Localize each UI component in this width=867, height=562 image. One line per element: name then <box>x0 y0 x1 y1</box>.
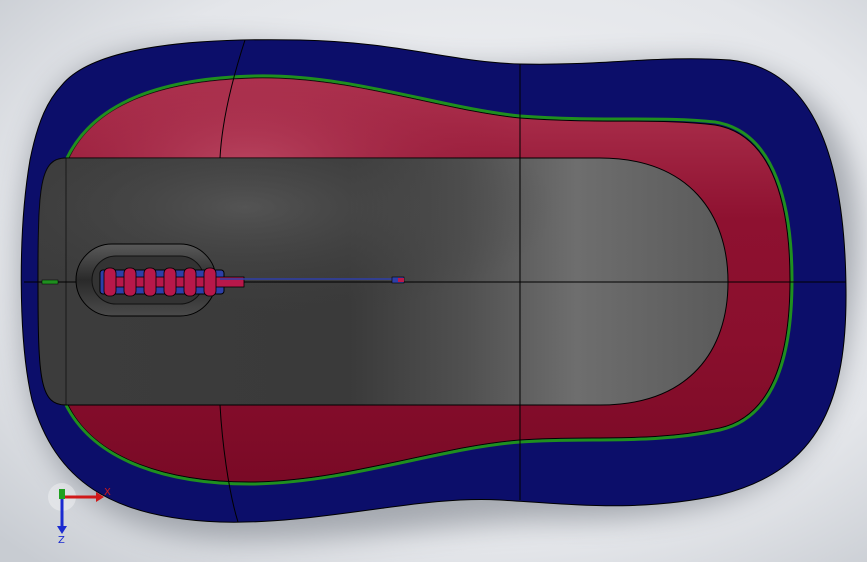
y-axis-marker <box>59 489 65 499</box>
scroll-wheel-rib <box>203 267 217 297</box>
shaft-end-cap <box>398 278 404 282</box>
x-axis-label: X <box>104 487 111 498</box>
scroll-wheel-rib <box>123 267 137 297</box>
scroll-wheel-rib <box>163 267 177 297</box>
cad-viewport[interactable]: X Z <box>0 0 867 562</box>
scroll-wheel-rib <box>183 267 197 297</box>
scroll-wheel-rib <box>103 267 117 297</box>
mouse-3d-model[interactable]: X Z <box>0 0 867 562</box>
left-seam-marker <box>41 279 59 285</box>
scroll-wheel[interactable] <box>99 267 245 297</box>
z-axis-label: Z <box>58 535 65 546</box>
scroll-wheel-rib <box>143 267 157 297</box>
